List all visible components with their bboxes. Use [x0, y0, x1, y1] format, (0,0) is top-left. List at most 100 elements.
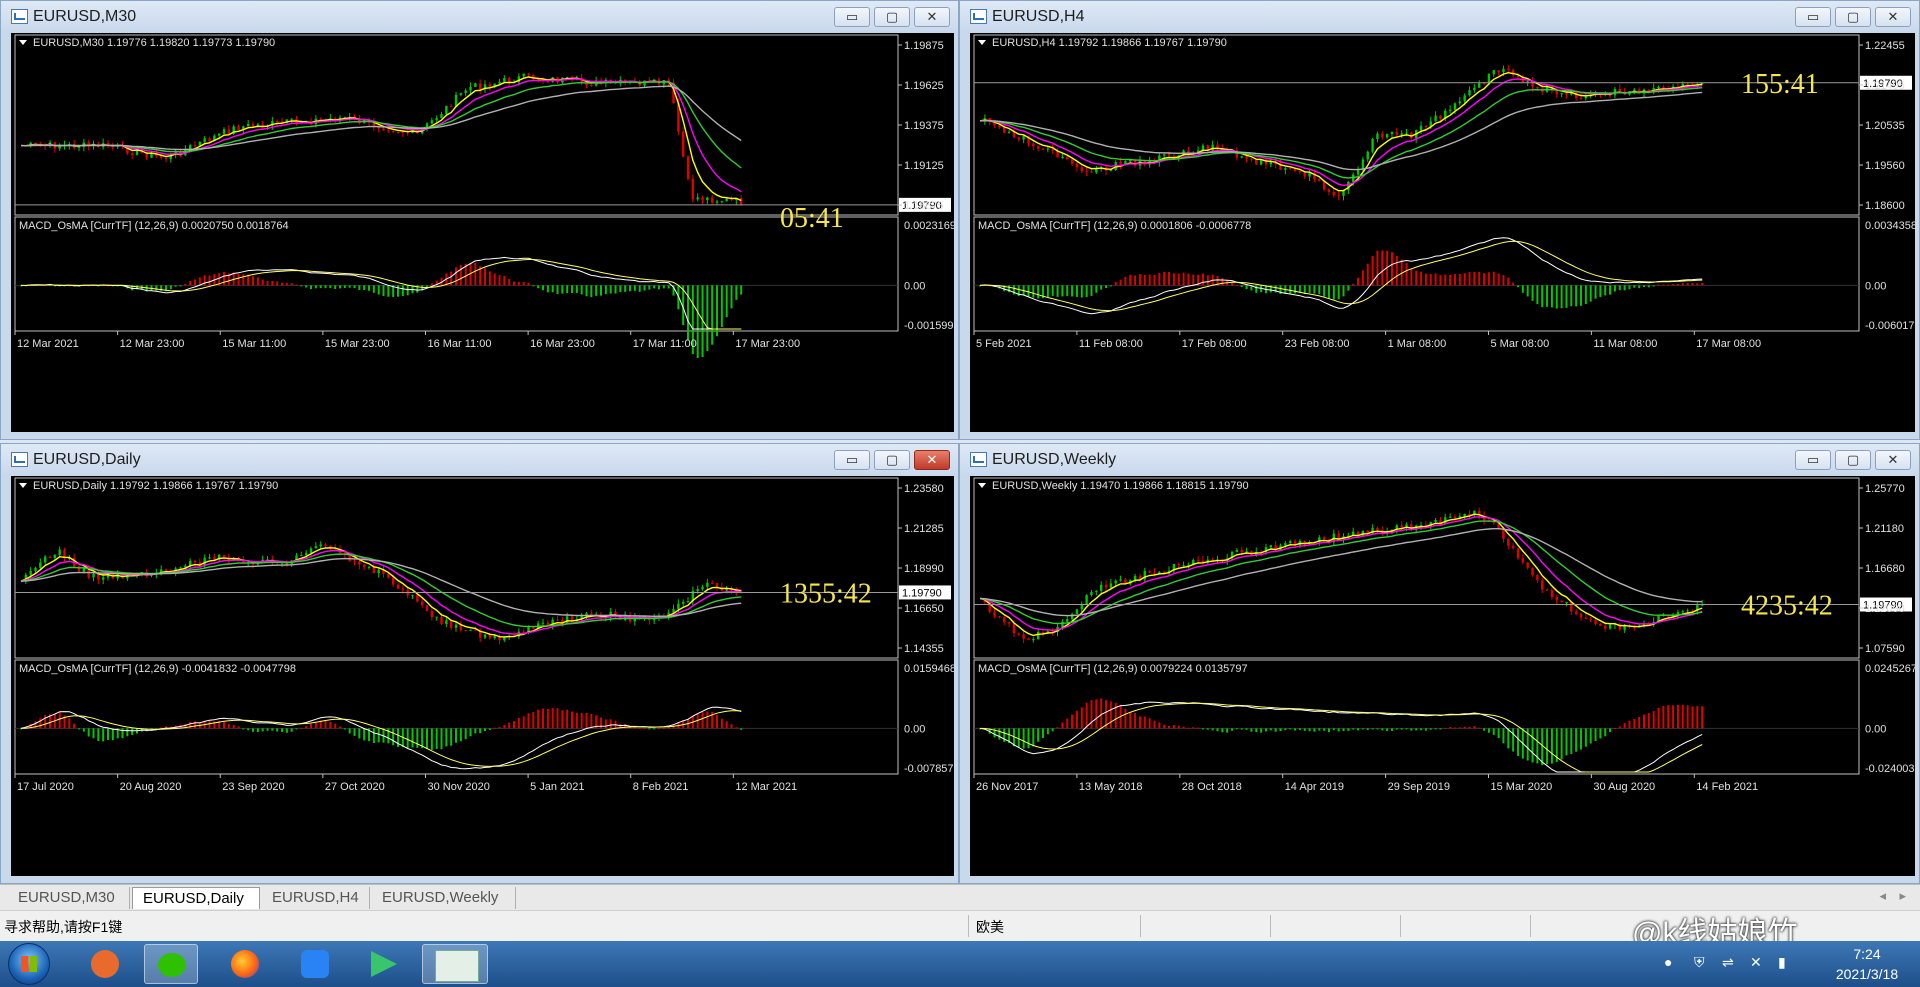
macd-histogram-bar — [1691, 283, 1694, 286]
video-player-icon[interactable] — [356, 944, 410, 984]
macd-histogram-bar — [1192, 727, 1195, 729]
chart-area[interactable]: 1.19790 1.19875 1.19625 1.19375 1.19125 1.188… — [11, 33, 954, 432]
minimize-button[interactable]: ▭ — [1795, 7, 1831, 27]
volume-muted-icon[interactable]: ✕ — [1750, 954, 1762, 971]
wechat-icon[interactable] — [144, 944, 198, 984]
macd-info: MACD_OsMA [CurrTF] (12,26,9) 0.0079224 0… — [978, 663, 1248, 675]
tab-eurusd-h4[interactable]: EURUSD,H4 — [262, 887, 370, 909]
macd-histogram-bar — [1051, 285, 1054, 296]
macd-histogram-bar — [1332, 728, 1335, 731]
maximize-button[interactable]: ▢ — [874, 7, 910, 27]
macd-axis-label: 0.00 — [1865, 280, 1886, 292]
candle-body — [1662, 86, 1665, 89]
candle-body — [1196, 559, 1200, 561]
macd-histogram-bar — [387, 285, 390, 297]
chart-svg: 1.197901.257701.211801.166801.120901.075… — [973, 477, 1915, 793]
window-titlebar[interactable]: EURUSD,M30 ▭ ▢ ✕ — [1, 1, 958, 33]
macd-histogram-bar — [1308, 728, 1311, 732]
window-titlebar[interactable]: EURUSD,H4 ▭ ▢ ✕ — [960, 1, 1919, 33]
macd-histogram-bar — [1032, 728, 1035, 747]
start-orb-icon[interactable] — [8, 943, 50, 985]
window-titlebar[interactable]: EURUSD,Weekly ▭ ▢ ✕ — [960, 444, 1919, 476]
tab-eurusd-m30[interactable]: EURUSD,M30 — [8, 887, 130, 909]
macd-histogram-bar — [1686, 282, 1689, 286]
candle-body — [1400, 133, 1403, 135]
candle-body — [1536, 86, 1539, 89]
close-button[interactable]: ✕ — [1875, 450, 1911, 470]
candle-body — [309, 548, 313, 553]
firefox-icon[interactable] — [218, 944, 272, 984]
macd-histogram-bar — [368, 285, 370, 291]
macd-histogram-bar — [1449, 275, 1452, 286]
candle-body — [1516, 548, 1520, 559]
macd-histogram-bar — [542, 285, 544, 291]
candle-body — [217, 133, 221, 136]
candle-body — [353, 561, 356, 563]
network-tray-icon[interactable]: ⇌ — [1722, 954, 1734, 971]
chart-window-daily[interactable]: EURUSD,Daily ▭ ▢ ✕ 1.19790 1.23580 1.21285… — [0, 443, 959, 884]
dropdown-triangle-icon[interactable] — [978, 40, 986, 45]
tab-eurusd-daily[interactable]: EURUSD,Daily — [132, 887, 260, 909]
macd-histogram-bar — [358, 285, 361, 291]
chart-window-h4[interactable]: EURUSD,H4 ▭ ▢ ✕ 1.19790 1.22455 1.21495 1.2… — [959, 0, 1920, 440]
time-axis-label: 20 Aug 2020 — [120, 781, 182, 793]
chart-area[interactable]: 1.19790 1.25770 1.21180 1.16680 1.12090 1.075… — [970, 476, 1915, 876]
macd-histogram-bar — [1492, 271, 1495, 286]
macd-histogram-bar — [1420, 728, 1423, 731]
macd-histogram-bar — [1483, 728, 1486, 731]
macd-histogram-bar — [1546, 285, 1549, 307]
macd-histogram-bar — [1618, 726, 1621, 729]
close-button[interactable]: ✕ — [914, 7, 950, 27]
candle-body — [208, 557, 211, 559]
chart-area[interactable]: 1.19790 1.22455 1.21495 1.20535 1.19560 1.186… — [970, 33, 1915, 432]
close-button[interactable]: ✕ — [914, 450, 950, 470]
maximize-button[interactable]: ▢ — [874, 450, 910, 470]
macd-histogram-bar — [1424, 728, 1427, 731]
candle-body — [1337, 195, 1340, 197]
macd-histogram-bar — [1531, 728, 1534, 763]
status-profile-text[interactable]: 欧美 — [976, 917, 1004, 937]
candle-body — [715, 201, 719, 203]
window-titlebar[interactable]: EURUSD,Daily ▭ ▢ ✕ — [1, 444, 958, 476]
feishu-icon[interactable] — [288, 944, 342, 984]
minimize-button[interactable]: ▭ — [834, 450, 870, 470]
dropdown-triangle-icon[interactable] — [19, 40, 27, 45]
signal-icon[interactable]: ▮ — [1778, 954, 1786, 971]
candle-body — [58, 549, 61, 555]
candle-body — [1584, 96, 1588, 99]
macd-histogram-bar — [590, 713, 593, 729]
candle-body — [1061, 156, 1064, 158]
foxmail-icon[interactable] — [78, 944, 132, 984]
maximize-button[interactable]: ▢ — [1835, 450, 1871, 470]
macd-histogram-bar — [1294, 728, 1297, 731]
macd-histogram-bar — [1502, 275, 1505, 286]
minimize-button[interactable]: ▭ — [834, 7, 870, 27]
chart-window-m30[interactable]: EURUSD,M30 ▭ ▢ ✕ 1.19790 1.19875 1.19625 1.… — [0, 0, 959, 440]
shield-icon[interactable]: ⛨ — [1694, 954, 1705, 971]
minimize-button[interactable]: ▭ — [1795, 450, 1831, 470]
tab-scroll-left-icon[interactable]: ◂ — [1879, 888, 1886, 904]
macd-histogram-bar — [1138, 274, 1141, 286]
maximize-button[interactable]: ▢ — [1835, 7, 1871, 27]
tab-scroll-right-icon[interactable]: ▸ — [1899, 888, 1906, 904]
dropdown-triangle-icon[interactable] — [978, 483, 986, 488]
candle-body — [411, 594, 414, 596]
chart-window-weekly[interactable]: EURUSD,Weekly ▭ ▢ ✕ 1.19790 1.25770 1.2118… — [959, 443, 1920, 884]
mt4-terminal-icon[interactable] — [422, 944, 488, 984]
macd-histogram-bar — [242, 274, 245, 286]
wechat-tray-icon[interactable]: ● — [1664, 954, 1672, 970]
tab-eurusd-weekly[interactable]: EURUSD,Weekly — [372, 887, 516, 909]
taskbar-clock[interactable]: 7:24 2021/3/18 — [1822, 944, 1912, 984]
candle-body — [1608, 624, 1612, 629]
close-button[interactable]: ✕ — [1875, 7, 1911, 27]
dropdown-triangle-icon[interactable] — [19, 483, 27, 488]
macd-histogram-bar — [44, 715, 47, 729]
macd-histogram-bar — [1647, 285, 1650, 288]
chart-window-icon — [11, 452, 28, 467]
macd-histogram-bar — [440, 728, 443, 750]
candle-body — [527, 73, 530, 75]
macd-histogram-bar — [411, 728, 414, 748]
candle-body — [1463, 513, 1466, 517]
macd-histogram-bar — [1051, 728, 1054, 732]
chart-area[interactable]: 1.19790 1.23580 1.21285 1.18990 1.16650 1.143… — [11, 476, 954, 876]
